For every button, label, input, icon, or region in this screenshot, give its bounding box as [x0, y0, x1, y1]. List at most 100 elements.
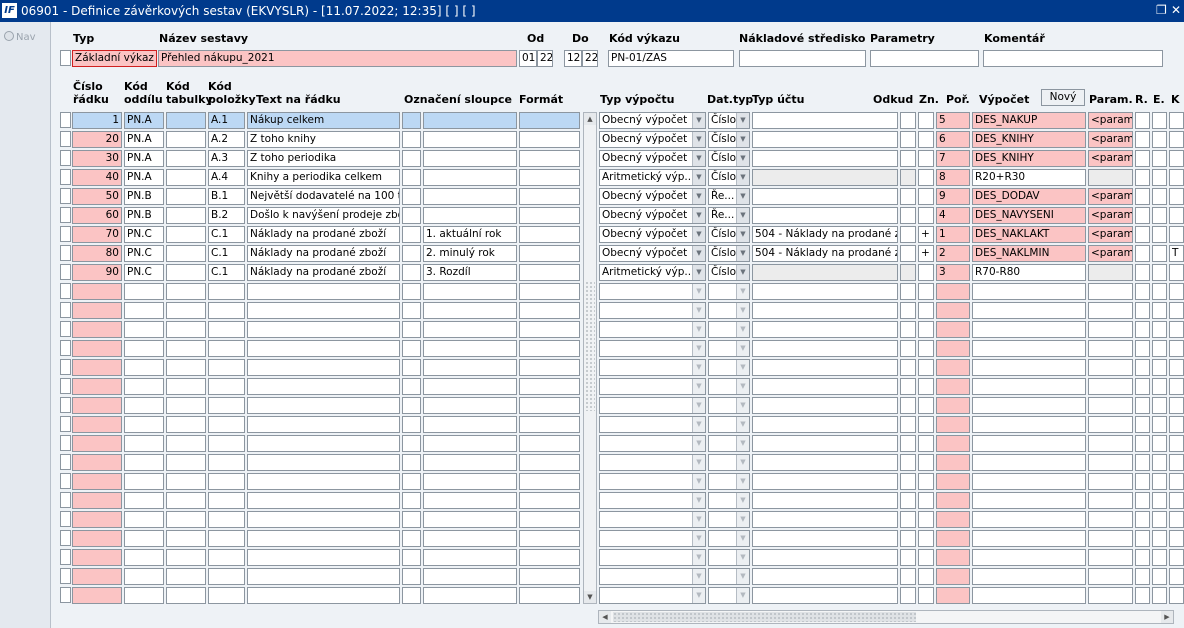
cell-text[interactable]: Nákup celkem [247, 112, 400, 129]
chevron-down-icon[interactable]: ▼ [692, 550, 705, 565]
cell-oznaceni[interactable] [423, 112, 517, 129]
cell-dat-typ[interactable]: ▼ [708, 302, 750, 319]
cell-typ-vypoctu[interactable]: Obecný výpočet ▼ [599, 112, 706, 129]
cell-typ-uctu[interactable] [752, 188, 898, 205]
chevron-down-icon[interactable]: ▼ [692, 189, 705, 204]
cell-typ-vypoctu[interactable]: ▼ [599, 568, 706, 585]
cell-k[interactable] [1169, 492, 1184, 509]
cell-r[interactable] [1135, 112, 1150, 129]
cell-por[interactable] [936, 378, 970, 395]
cell-polozka[interactable] [208, 283, 245, 300]
cell-cislo[interactable] [72, 378, 122, 395]
cell-k[interactable] [1169, 283, 1184, 300]
cell-text[interactable]: Z toho knihy [247, 131, 400, 148]
komentar-field[interactable] [983, 50, 1163, 67]
cell-r[interactable] [1135, 435, 1150, 452]
cell-text[interactable]: Náklady na prodané zboží [247, 226, 400, 243]
cell-polozka[interactable] [208, 549, 245, 566]
cell-cislo[interactable]: 50 [72, 188, 122, 205]
cell-k[interactable] [1169, 397, 1184, 414]
cell-typ-uctu[interactable] [752, 131, 898, 148]
cell-text[interactable] [247, 435, 400, 452]
cell-r[interactable] [1135, 131, 1150, 148]
cell-typ-vypoctu[interactable]: ▼ [599, 530, 706, 547]
cell-r[interactable] [1135, 530, 1150, 547]
cell-cislo[interactable] [72, 397, 122, 414]
chevron-down-icon[interactable]: ▼ [692, 474, 705, 489]
cell-text[interactable]: Největší dodavatelé na 100 tis. [247, 188, 400, 205]
cell-oznaceni[interactable] [423, 188, 517, 205]
cell-cislo[interactable]: 40 [72, 169, 122, 186]
cell-cislo[interactable] [72, 283, 122, 300]
cell-por[interactable] [936, 283, 970, 300]
cell-e[interactable] [1152, 511, 1167, 528]
chevron-down-icon[interactable]: ▼ [692, 284, 705, 299]
cell-dat-typ[interactable]: ▼ [708, 473, 750, 490]
cell-param[interactable] [1088, 435, 1133, 452]
cell-cislo[interactable] [72, 511, 122, 528]
cell-vypocet[interactable] [972, 549, 1086, 566]
scroll-up-icon[interactable]: ▲ [584, 113, 596, 125]
cell-polozka[interactable] [208, 378, 245, 395]
cell-polozka[interactable] [208, 530, 245, 547]
cell-c-a[interactable] [402, 492, 421, 509]
cell-param[interactable] [1088, 283, 1133, 300]
row-checkbox[interactable] [60, 207, 71, 223]
cell-cislo[interactable] [72, 549, 122, 566]
cell-e[interactable] [1152, 530, 1167, 547]
cell-typ-vypoctu[interactable]: ▼ [599, 283, 706, 300]
cell-cislo[interactable] [72, 568, 122, 585]
cell-format[interactable] [519, 416, 580, 433]
cell-vypocet[interactable] [972, 454, 1086, 471]
chevron-down-icon[interactable]: ▼ [692, 341, 705, 356]
cell-oznaceni[interactable] [423, 587, 517, 604]
chevron-down-icon[interactable]: ▼ [736, 189, 749, 204]
cell-oznaceni[interactable] [423, 359, 517, 376]
cell-zn[interactable] [918, 454, 934, 471]
cell-e[interactable] [1152, 207, 1167, 224]
cell-text[interactable] [247, 302, 400, 319]
cell-c-a[interactable] [402, 359, 421, 376]
cell-e[interactable] [1152, 321, 1167, 338]
cell-oznaceni[interactable] [423, 492, 517, 509]
cell-e[interactable] [1152, 549, 1167, 566]
cell-polozka[interactable] [208, 302, 245, 319]
cell-r[interactable] [1135, 264, 1150, 281]
cell-oddil[interactable]: PN.A [124, 150, 164, 167]
cell-dat-typ[interactable]: ▼ [708, 511, 750, 528]
chevron-down-icon[interactable]: ▼ [736, 227, 749, 242]
chevron-down-icon[interactable]: ▼ [736, 379, 749, 394]
row-checkbox[interactable] [60, 340, 71, 356]
cell-text[interactable] [247, 321, 400, 338]
cell-format[interactable] [519, 245, 580, 262]
cell-zn[interactable] [918, 568, 934, 585]
chevron-down-icon[interactable]: ▼ [736, 531, 749, 546]
cell-polozka[interactable]: C.1 [208, 245, 245, 262]
cell-typ-uctu[interactable] [752, 283, 898, 300]
cell-tabulka[interactable] [166, 549, 206, 566]
chevron-down-icon[interactable]: ▼ [692, 531, 705, 546]
cell-format[interactable] [519, 454, 580, 471]
cell-odkud[interactable] [900, 378, 916, 395]
cell-format[interactable] [519, 150, 580, 167]
cell-k[interactable] [1169, 264, 1184, 281]
cell-typ-vypoctu[interactable]: Obecný výpočet ▼ [599, 207, 706, 224]
cell-text[interactable]: Náklady na prodané zboží [247, 245, 400, 262]
cell-cislo[interactable]: 20 [72, 131, 122, 148]
cell-vypocet[interactable] [972, 435, 1086, 452]
chevron-down-icon[interactable]: ▼ [692, 512, 705, 527]
cell-odkud[interactable] [900, 302, 916, 319]
chevron-down-icon[interactable]: ▼ [692, 493, 705, 508]
cell-polozka[interactable] [208, 568, 245, 585]
cell-oddil[interactable] [124, 568, 164, 585]
cell-k[interactable] [1169, 169, 1184, 186]
cell-oznaceni[interactable] [423, 473, 517, 490]
cell-por[interactable]: 8 [936, 169, 970, 186]
cell-param[interactable]: <param> [1088, 131, 1133, 148]
chevron-down-icon[interactable]: ▼ [692, 588, 705, 603]
cell-r[interactable] [1135, 454, 1150, 471]
cell-vypocet[interactable]: DES_NAVYSENI [972, 207, 1086, 224]
cell-zn[interactable] [918, 207, 934, 224]
cell-oddil[interactable] [124, 587, 164, 604]
cell-text[interactable] [247, 454, 400, 471]
